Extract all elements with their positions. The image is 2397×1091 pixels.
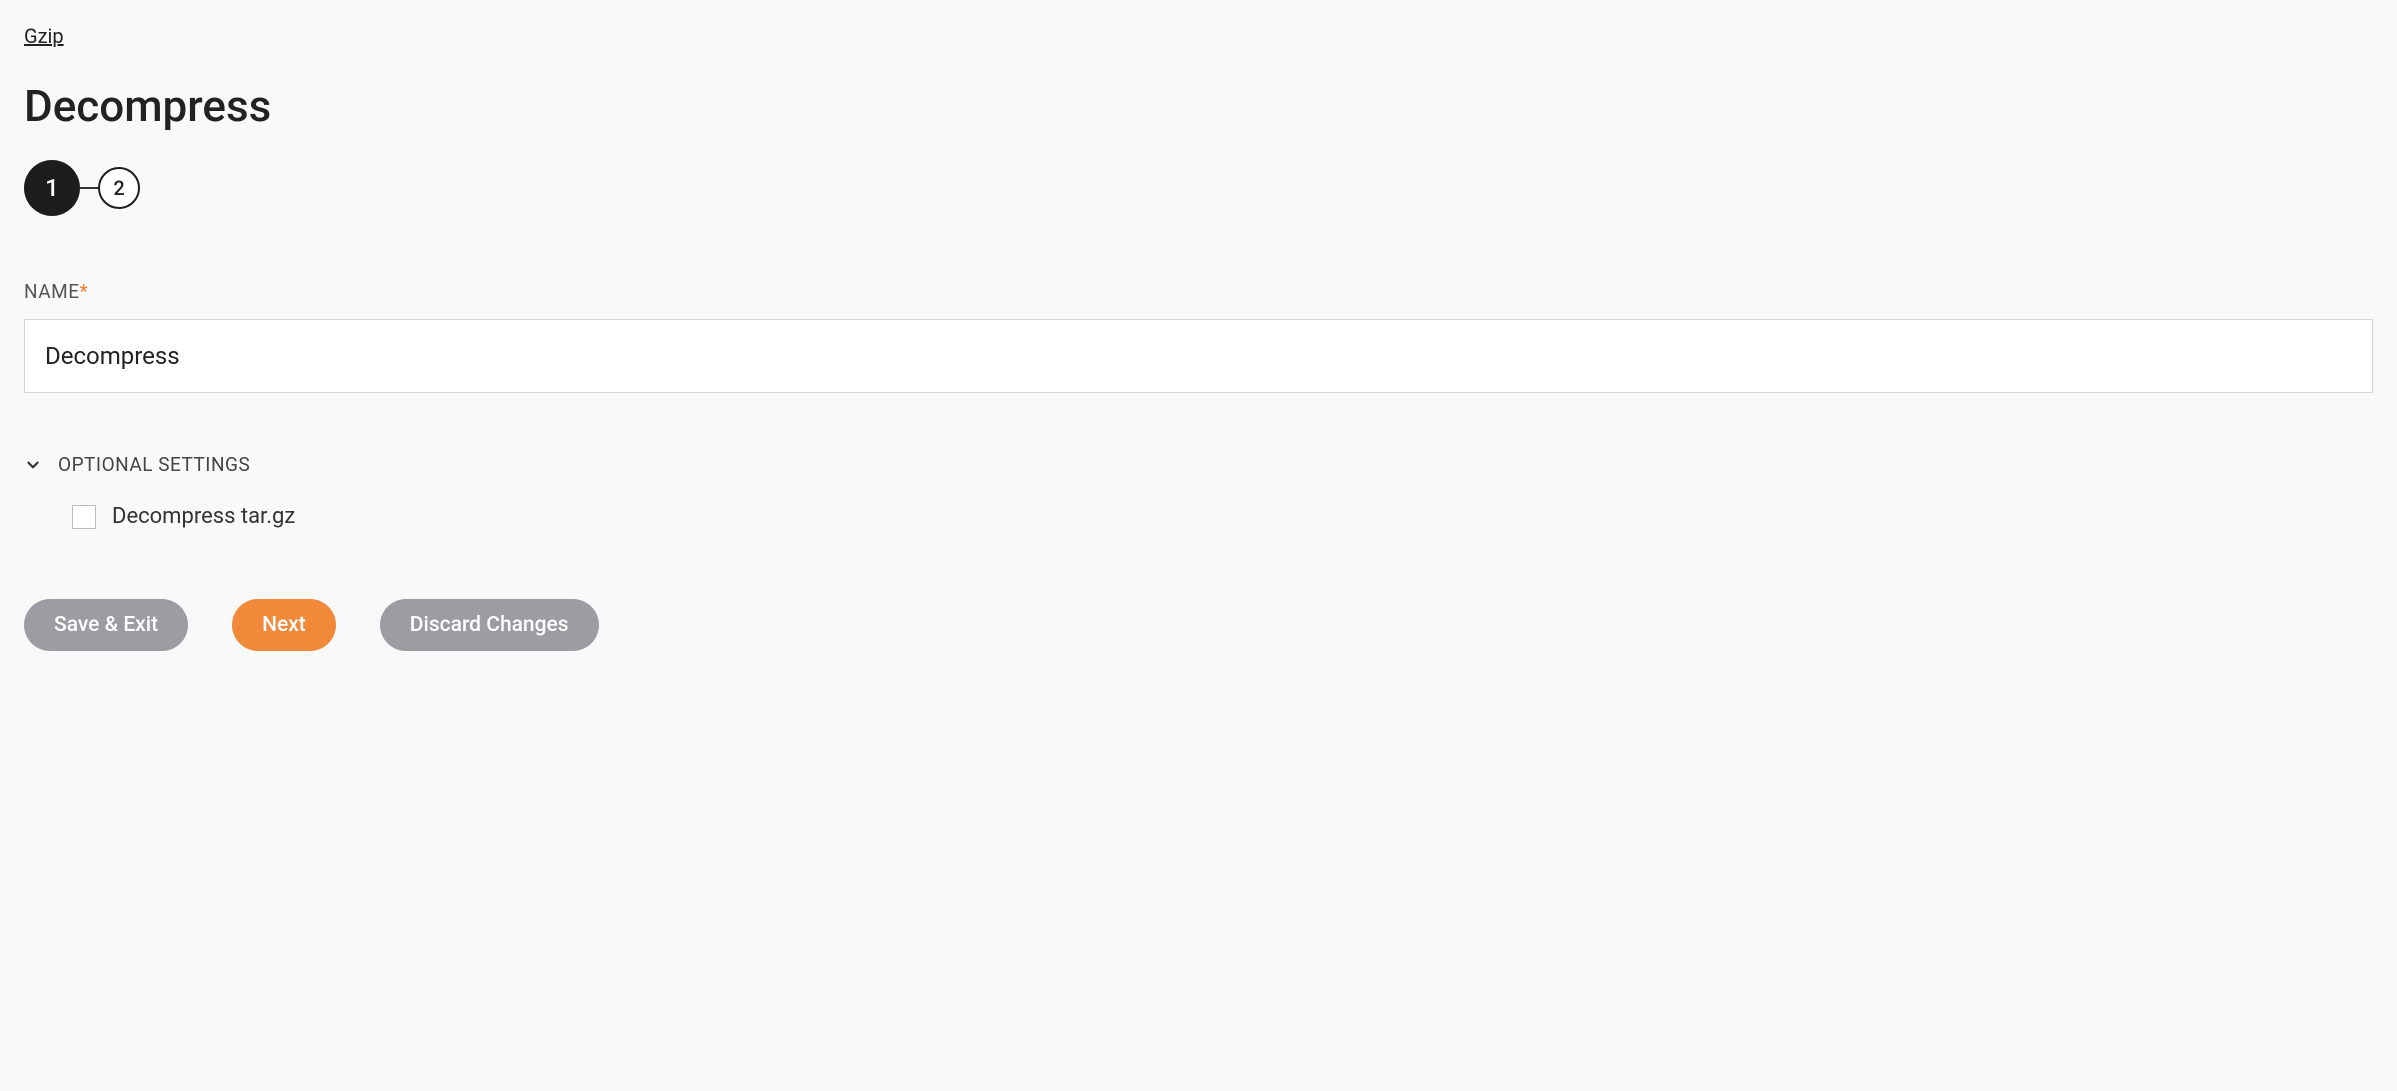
optional-settings-toggle[interactable]: OPTIONAL SETTINGS (24, 453, 2373, 476)
name-field-group: NAME* (24, 280, 2373, 393)
stepper: 1 2 (24, 160, 2373, 216)
page-title: Decompress (24, 80, 2373, 132)
button-row: Save & Exit Next Discard Changes (24, 599, 2373, 651)
name-label-text: NAME (24, 280, 80, 303)
required-asterisk: * (80, 280, 89, 303)
step-connector (80, 187, 98, 189)
decompress-targz-row: Decompress tar.gz (72, 504, 2373, 529)
name-label: NAME* (24, 280, 2373, 303)
next-button[interactable]: Next (232, 599, 336, 651)
discard-changes-button[interactable]: Discard Changes (380, 599, 599, 651)
decompress-targz-checkbox[interactable] (72, 505, 96, 529)
decompress-targz-label: Decompress tar.gz (112, 504, 295, 529)
optional-settings-label: OPTIONAL SETTINGS (58, 453, 250, 476)
breadcrumb-link-gzip[interactable]: Gzip (24, 24, 64, 48)
step-1[interactable]: 1 (24, 160, 80, 216)
chevron-down-icon (24, 456, 42, 474)
step-2[interactable]: 2 (98, 167, 140, 209)
save-exit-button[interactable]: Save & Exit (24, 599, 188, 651)
name-input[interactable] (24, 319, 2373, 393)
